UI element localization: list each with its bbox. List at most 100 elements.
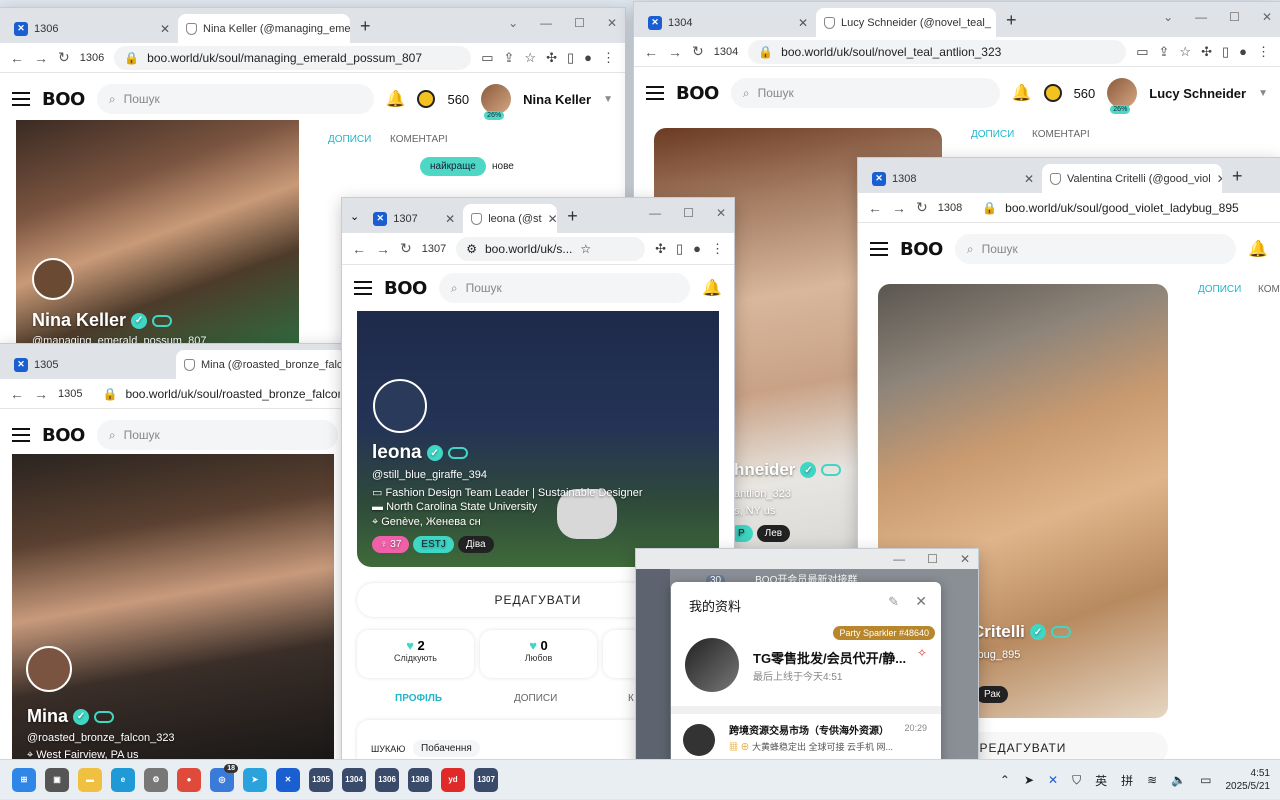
menu-icon[interactable]: ⋮ (602, 50, 615, 66)
tab-1305[interactable]: ✕ 1305 (6, 350, 176, 379)
tab-posts[interactable]: ДОПИСИ (1198, 284, 1241, 295)
reload-icon[interactable]: ↻ (400, 240, 412, 257)
url-field[interactable]: ⚙ boo.world/uk/s... ☆ (456, 236, 646, 261)
chevron-down-icon[interactable]: ⌄ (344, 210, 365, 233)
back-icon[interactable]: ← (10, 50, 24, 66)
url-field[interactable]: 🔒 boo.world/uk/soul/managing_emerald_poss… (114, 45, 472, 70)
wifi-icon[interactable]: ≋ (1147, 773, 1157, 787)
new-tab-button[interactable]: + (350, 16, 381, 43)
back-icon[interactable]: ← (352, 241, 366, 257)
new-tab-button[interactable]: + (1222, 166, 1253, 193)
chrome-icon[interactable]: ● (177, 767, 201, 792)
search-input[interactable]: ⌕ Пошук (438, 273, 691, 303)
forward-icon[interactable]: → (668, 44, 682, 60)
reload-icon[interactable]: ↻ (58, 49, 70, 66)
bell-icon[interactable]: 🔔 (386, 89, 406, 109)
url-field[interactable]: 🔒 boo.world/uk/soul/roasted_bronze_falcon… (92, 382, 340, 406)
tab-valentina[interactable]: Valentina Critelli (@good_viol ✕ (1042, 164, 1222, 193)
stat-followers[interactable]: ♥ 2 Слідкують (357, 630, 474, 678)
minimize-icon[interactable]: — (649, 206, 661, 220)
chrome-1307[interactable]: 1307 (474, 767, 498, 792)
forward-icon[interactable]: → (34, 386, 48, 402)
input-method[interactable]: 拼 (1121, 772, 1133, 789)
forward-icon[interactable]: → (34, 50, 48, 66)
close-tab-icon[interactable]: ✕ (445, 212, 455, 226)
new-tab-button[interactable]: + (996, 10, 1027, 37)
share-icon[interactable]: ⇪ (1159, 44, 1170, 60)
boo-icon[interactable]: ✕ (276, 767, 300, 792)
user-name[interactable]: Lucy Schneider (1149, 86, 1246, 101)
start-icon[interactable]: ⊞ (12, 767, 36, 792)
chevron-down-icon[interactable]: ⌄ (508, 16, 518, 30)
back-icon[interactable]: ← (644, 44, 658, 60)
profile-icon[interactable]: ● (584, 50, 592, 65)
share-icon[interactable]: ⇪ (504, 50, 515, 66)
profile-icon[interactable]: ● (693, 241, 701, 256)
hamburger-icon[interactable] (12, 428, 30, 442)
close-icon[interactable]: ✕ (1262, 10, 1272, 24)
bell-icon[interactable]: 🔔 (1248, 239, 1268, 259)
star-icon[interactable]: ☆ (524, 50, 536, 66)
chevron-down-icon[interactable]: ⌄ (1163, 10, 1173, 24)
search-input[interactable]: ⌕ Пошук (96, 420, 338, 450)
extensions-icon[interactable]: ✣ (655, 241, 666, 257)
extensions-icon[interactable]: ✣ (1201, 44, 1212, 60)
app-icon[interactable]: ◎ 18 (210, 763, 238, 792)
tab-1306[interactable]: ✕ 1306 ✕ (6, 14, 178, 43)
menu-icon[interactable]: ⋮ (711, 241, 724, 257)
boo-logo[interactable]: BOO (42, 425, 85, 446)
settings-icon[interactable]: ⚙ (144, 767, 168, 792)
boo-tray-icon[interactable]: ✕ (1048, 773, 1058, 787)
maximize-icon[interactable]: ☐ (1229, 10, 1240, 24)
chevron-down-icon[interactable]: ▼ (1258, 88, 1268, 99)
bell-icon[interactable]: 🔔 (1012, 83, 1032, 103)
tab-nina[interactable]: Nina Keller (@managing_eme✕ (178, 14, 350, 43)
tab-1308[interactable]: ✕ 1308 ✕ (864, 164, 1042, 193)
search-input[interactable]: ⌕ Пошук (730, 78, 1000, 108)
close-icon[interactable]: ✕ (716, 206, 726, 220)
chrome-1305[interactable]: 1305 (309, 767, 333, 792)
hamburger-icon[interactable] (354, 281, 372, 295)
close-icon[interactable]: ✕ (607, 16, 617, 30)
url-field[interactable]: 🔒 boo.world/uk/soul/good_violet_ladybug_8… (972, 196, 1270, 220)
tabsearch-icon[interactable]: ▭ (481, 50, 493, 66)
tab-leona[interactable]: leona (@st ✕ (463, 204, 558, 233)
tabsearch-icon[interactable]: ▭ (1136, 44, 1148, 60)
tab-posts[interactable]: ДОПИСИ (514, 693, 557, 704)
reload-icon[interactable]: ↻ (692, 43, 704, 60)
hamburger-icon[interactable] (646, 86, 664, 100)
sidepanel-icon[interactable]: ▯ (1222, 44, 1229, 60)
menu-icon[interactable]: ⋮ (1257, 44, 1270, 60)
close-tab-icon[interactable]: ✕ (798, 16, 808, 30)
chat-name[interactable]: 跨境资源交易市场（专供海外资源） (729, 722, 889, 737)
yd-icon[interactable]: yd (441, 767, 465, 792)
shield-icon[interactable]: ⛉ (1072, 773, 1081, 788)
chrome-1308[interactable]: 1308 (408, 767, 432, 792)
minimize-icon[interactable]: — (540, 16, 552, 30)
input-lang[interactable]: 英 (1095, 772, 1107, 789)
tab-mina[interactable]: Mina (@roasted_bronze_falcon (176, 350, 346, 379)
tab-posts[interactable]: ДОПИСИ (328, 134, 371, 145)
close-icon[interactable]: ✕ (915, 593, 927, 610)
chrome-1304[interactable]: 1304 (342, 767, 366, 792)
tab-comments[interactable]: КОМЕНТАРІ (390, 134, 448, 145)
boo-logo[interactable]: BOO (384, 278, 427, 299)
back-icon[interactable]: ← (868, 200, 882, 216)
task-view-icon[interactable]: ▣ (45, 767, 69, 792)
star-icon[interactable]: ☆ (580, 242, 591, 256)
tab-comments[interactable]: КОМЕНТАРІ (1032, 129, 1090, 140)
minimize-icon[interactable]: — (893, 552, 905, 566)
filter-new[interactable]: нове (482, 157, 524, 176)
edge-icon[interactable]: e (111, 767, 135, 792)
volume-icon[interactable]: 🔈 (1171, 773, 1186, 787)
close-tab-icon[interactable]: ✕ (160, 22, 170, 36)
close-icon[interactable]: ✕ (960, 552, 970, 566)
hamburger-icon[interactable] (870, 242, 888, 256)
sidepanel-icon[interactable]: ▯ (567, 50, 574, 66)
avatar[interactable]: 26% (1107, 78, 1138, 114)
maximize-icon[interactable]: ☐ (683, 206, 694, 220)
tab-posts[interactable]: ДОПИСИ (971, 129, 1014, 140)
forward-icon[interactable]: → (892, 200, 906, 216)
minimize-icon[interactable]: — (1195, 10, 1207, 24)
boo-logo[interactable]: BOO (42, 89, 85, 110)
